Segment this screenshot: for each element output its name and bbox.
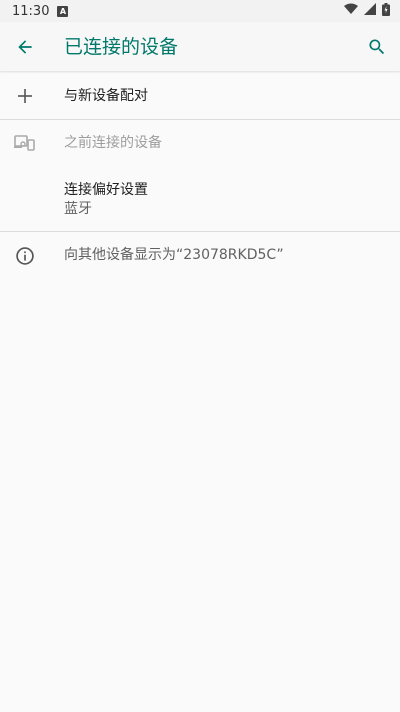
pair-new-device-label: 与新设备配对 xyxy=(64,88,148,104)
plus-icon xyxy=(12,83,38,109)
arrow-back-icon xyxy=(18,40,32,54)
connection-preferences-label: 连接偏好设置 xyxy=(64,182,148,198)
connection-preferences-row[interactable]: 连接偏好设置 蓝牙 xyxy=(0,170,400,230)
connection-preferences-summary: 蓝牙 xyxy=(64,201,92,217)
pair-new-device-row[interactable]: 与新设备配对 xyxy=(0,72,400,119)
a-icon: A xyxy=(57,5,69,17)
battery-icon xyxy=(382,2,390,20)
status-left: 11:30 A xyxy=(12,3,69,19)
status-bar: 11:30 A xyxy=(0,0,400,22)
signal-icon xyxy=(364,3,376,19)
wifi-icon xyxy=(344,3,358,19)
device-visible-name-label: 向其他设备显示为“23078RKD5C” xyxy=(64,247,284,263)
info-icon xyxy=(12,243,38,269)
page-title: 已连接的设备 xyxy=(64,36,179,58)
search-button[interactable] xyxy=(362,32,392,62)
status-time: 11:30 xyxy=(12,3,50,19)
device-visible-name-row: 向其他设备显示为“23078RKD5C” xyxy=(0,232,400,278)
status-right xyxy=(344,2,390,20)
previously-connected-label: 之前连接的设备 xyxy=(64,135,162,151)
previously-connected-row[interactable]: 之前连接的设备 xyxy=(0,120,400,166)
back-button[interactable] xyxy=(10,32,40,62)
app-bar: 已连接的设备 xyxy=(0,22,400,71)
search-icon xyxy=(369,39,385,55)
devices-icon xyxy=(12,130,38,156)
